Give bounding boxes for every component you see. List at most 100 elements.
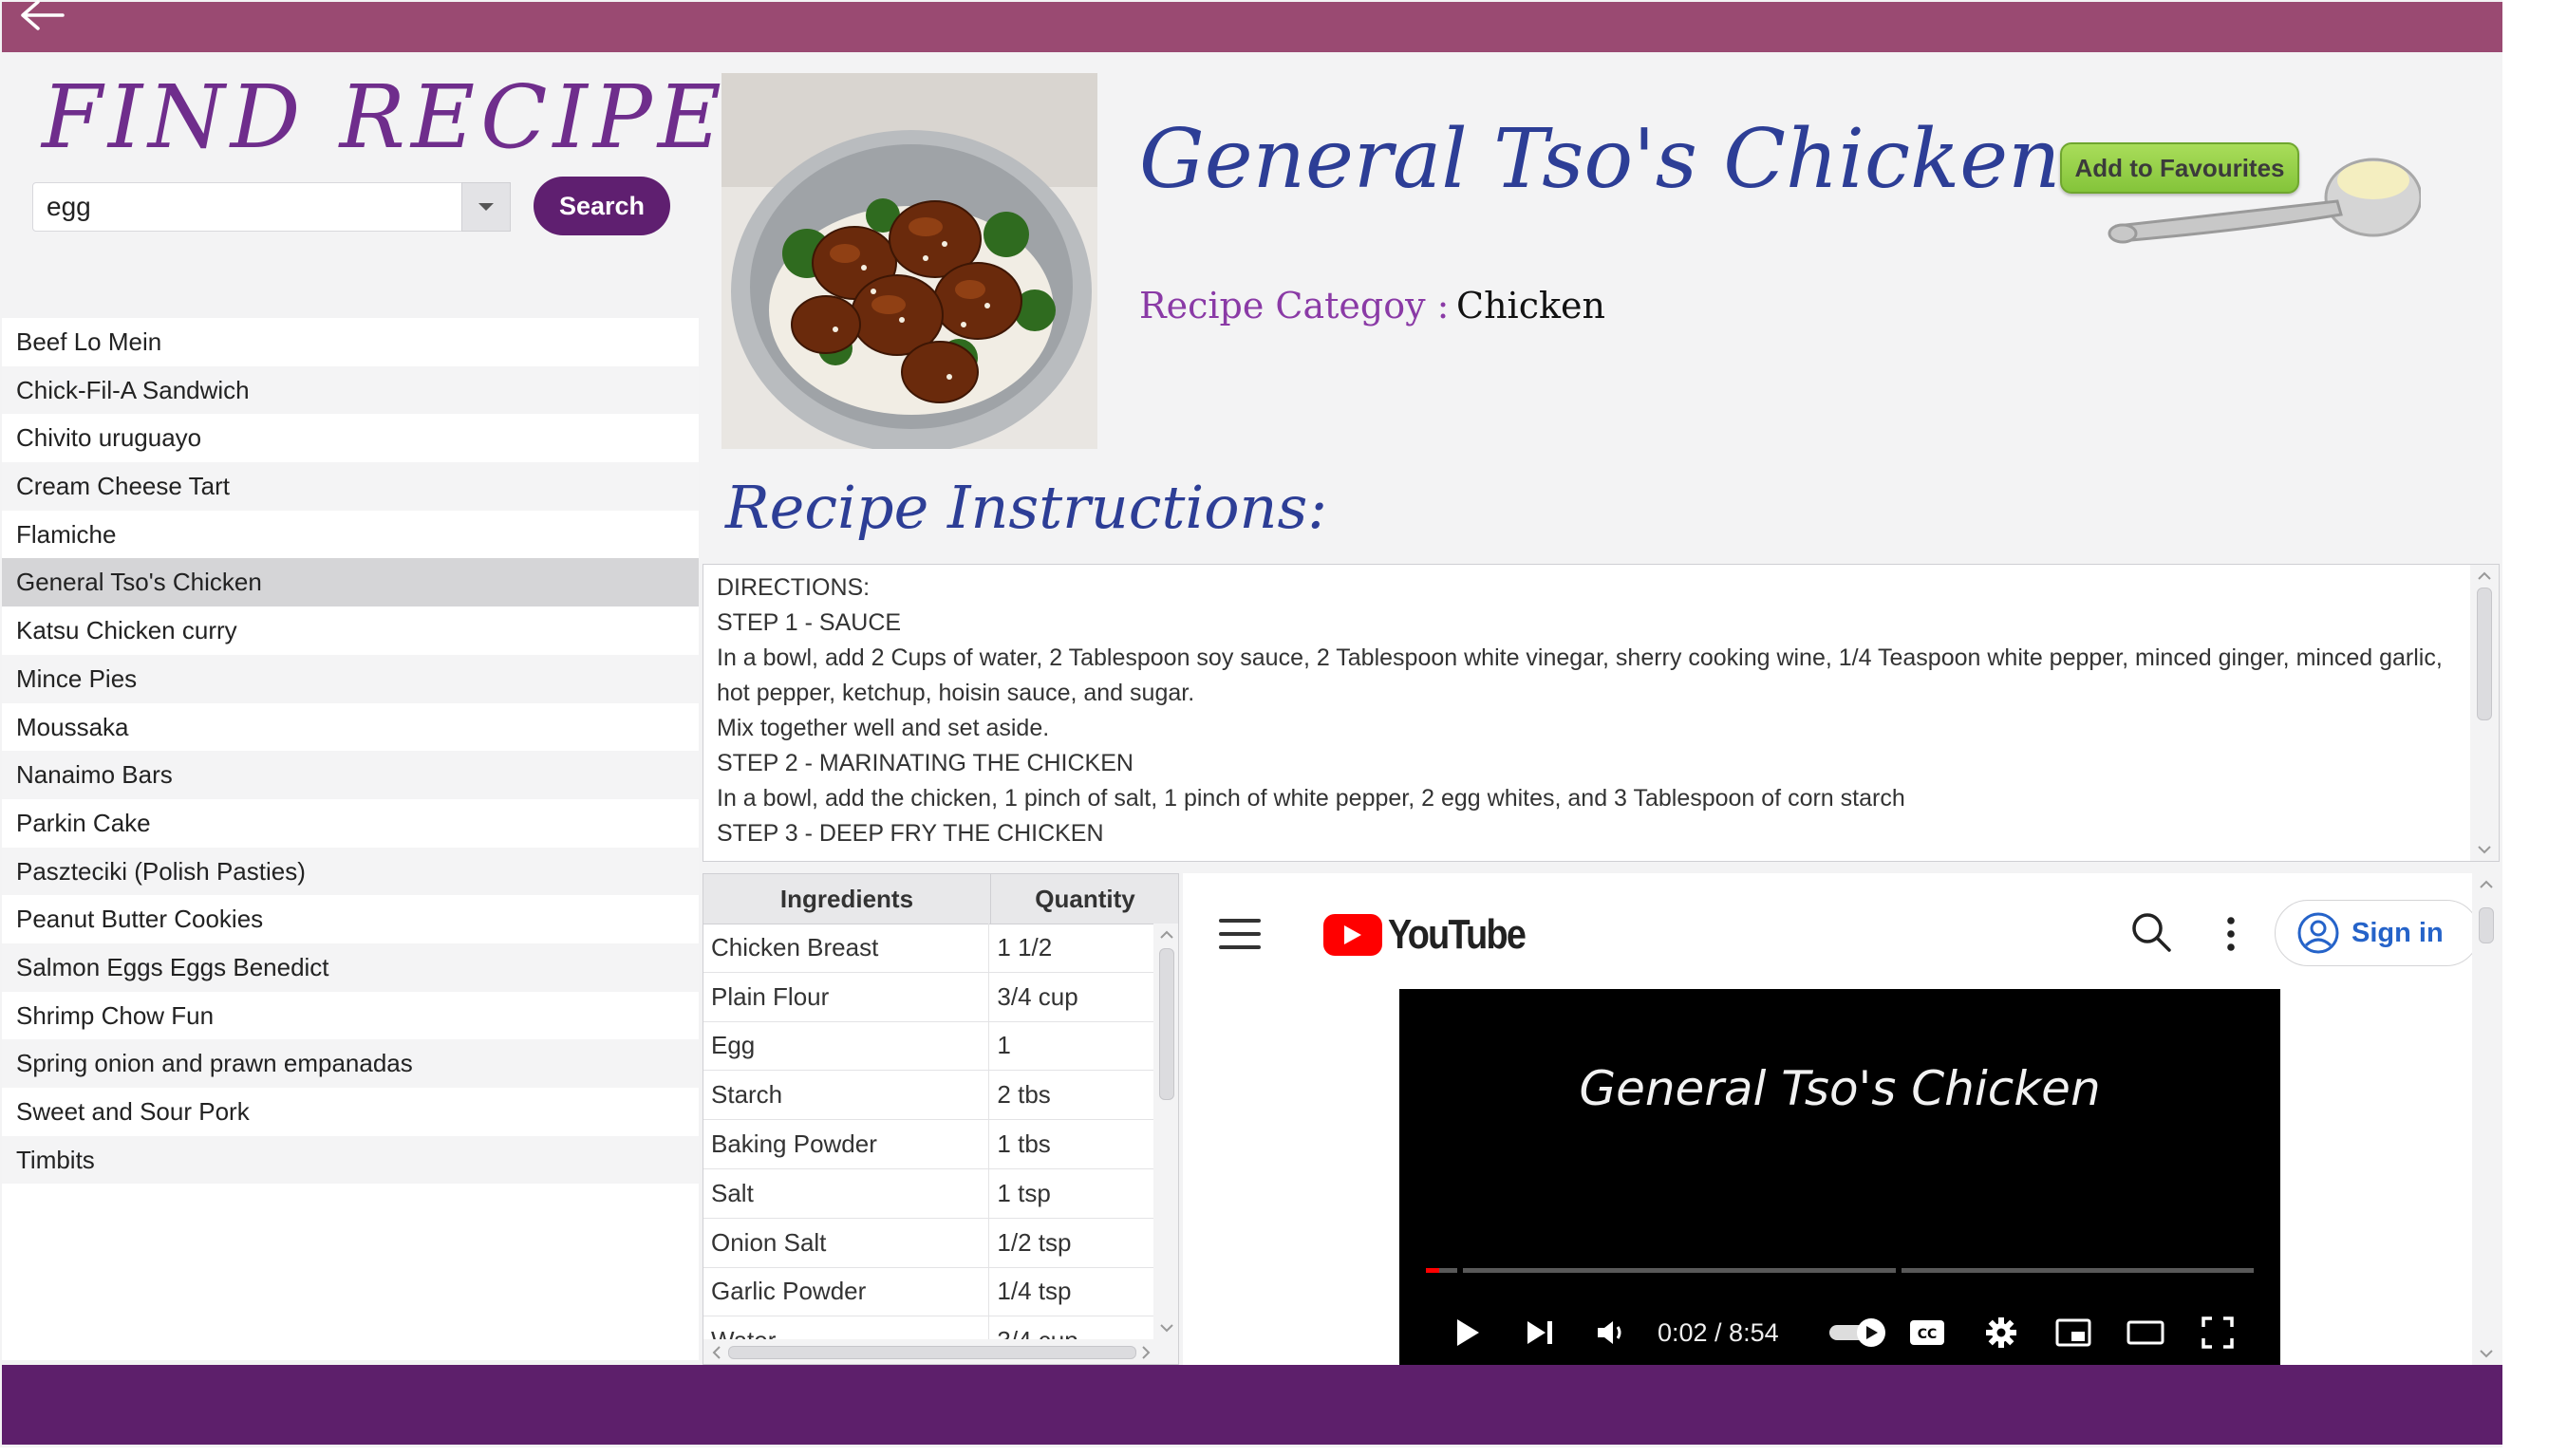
scroll-up-arrow[interactable]: [2470, 565, 2499, 588]
recipe-list-item[interactable]: Nanaimo Bars: [2, 751, 699, 799]
skip-next-icon[interactable]: [1519, 1310, 1561, 1355]
more-vertical-icon[interactable]: [2223, 913, 2239, 959]
instructions-textbox[interactable]: DIRECTIONS: STEP 1 - SAUCE In a bowl, add …: [703, 564, 2500, 862]
scroll-up-arrow[interactable]: [2472, 873, 2501, 896]
volume-icon[interactable]: [1589, 1310, 1635, 1355]
youtube-logo[interactable]: YouTube: [1323, 911, 1547, 959]
ingredients-horizontal-scrollbar[interactable]: [703, 1339, 1178, 1364]
recipe-list-item[interactable]: Parkin Cake: [2, 799, 699, 848]
recipe-list-item[interactable]: Spring onion and prawn empanadas: [2, 1039, 699, 1088]
video-player[interactable]: General Tso's Chicken 0:02 / 8:54 CC: [1399, 989, 2280, 1365]
instruction-line: STEP 1 - SAUCE: [717, 609, 902, 636]
horizontal-scroll-thumb[interactable]: [728, 1346, 1136, 1359]
table-row[interactable]: Starch 2 tbs: [703, 1071, 1153, 1121]
chevron-up-icon: [2478, 571, 2491, 580]
chapter-divider: [1896, 1268, 1902, 1273]
recipe-list-item[interactable]: Mince Pies: [2, 654, 699, 703]
ingredient-name-cell: Plain Flour: [703, 972, 990, 1021]
video-progress-fill: [1426, 1268, 1439, 1273]
recipe-title: General Tso's Chicken: [1139, 112, 2061, 207]
svg-text:CC: CC: [1918, 1327, 1938, 1342]
instructions-scrollbar[interactable]: [2470, 565, 2499, 861]
ingredients-column-header[interactable]: Ingredients: [703, 874, 991, 924]
scroll-down-arrow[interactable]: [1153, 1316, 1178, 1339]
table-row[interactable]: Egg 1: [703, 1021, 1153, 1072]
scroll-up-arrow[interactable]: [1153, 924, 1178, 946]
search-input[interactable]: [32, 182, 509, 232]
embed-scroll-track[interactable]: [2472, 873, 2501, 1365]
miniplayer-icon[interactable]: [2051, 1310, 2096, 1355]
table-row[interactable]: Baking Powder 1 tbs: [703, 1120, 1153, 1169]
video-title: General Tso's Chicken: [1579, 1061, 2101, 1116]
search-button[interactable]: Search: [534, 177, 670, 235]
ingredient-quantity-cell: 1 1/2: [997, 932, 1053, 961]
chevron-down-icon: [2480, 1350, 2493, 1358]
fullscreen-icon[interactable]: [2195, 1310, 2240, 1355]
title-bar: [2, 0, 2502, 52]
recipe-list-item[interactable]: Paszteciki (Polish Pasties): [2, 847, 699, 896]
recipe-list-item[interactable]: Timbits: [2, 1135, 699, 1185]
ingredient-name-cell: Baking Powder: [703, 1120, 990, 1168]
video-progress-bar[interactable]: [1426, 1268, 2254, 1273]
embed-scrollbar[interactable]: [2472, 873, 2501, 1365]
youtube-embed: YouTube Sign in General Tso's Chicken 0:…: [1183, 873, 2501, 1365]
chapter-divider: [1457, 1268, 1463, 1273]
back-button[interactable]: [15, 0, 68, 36]
ingredient-name-cell: Salt: [703, 1168, 990, 1218]
recipe-list-item[interactable]: Katsu Chicken curry: [2, 607, 699, 655]
add-to-favourites-button[interactable]: Add to Favourites: [2060, 142, 2299, 194]
recipe-list-item[interactable]: Peanut Butter Cookies: [2, 895, 699, 943]
table-row[interactable]: Salt 1 tsp: [703, 1168, 1153, 1219]
scroll-thumb[interactable]: [2477, 588, 2492, 720]
ingredient-name-cell: Onion Salt: [703, 1218, 990, 1267]
find-recipes-heading: FIND RECIPES: [42, 66, 793, 168]
autoplay-toggle-icon[interactable]: [1825, 1310, 1893, 1355]
ingredient-quantity-cell: 2 tbs: [997, 1080, 1051, 1110]
sign-in-button[interactable]: Sign in: [2275, 900, 2480, 966]
quantity-column-header[interactable]: Quantity: [991, 874, 1178, 924]
ingredient-quantity-cell: 3/4 cup: [997, 981, 1078, 1011]
chevron-down-icon: [2478, 846, 2491, 854]
arrow-left-icon: [21, 0, 65, 30]
hamburger-menu-icon[interactable]: [1219, 919, 1261, 959]
table-row[interactable]: Garlic Powder 1/4 tsp: [703, 1267, 1153, 1317]
scroll-thumb[interactable]: [2479, 907, 2494, 943]
scroll-down-arrow[interactable]: [2470, 838, 2499, 861]
recipe-list-item[interactable]: General Tso's Chicken: [2, 558, 699, 607]
ingredients-scroll-track[interactable]: [1153, 924, 1178, 1339]
recipe-instructions-heading: Recipe Instructions:: [725, 473, 1328, 542]
ingredient-name-cell: Garlic Powder: [703, 1267, 990, 1316]
search-dropdown-button[interactable]: [461, 182, 511, 232]
chevron-down-icon: [478, 203, 494, 211]
captions-icon[interactable]: CC: [1904, 1310, 1950, 1355]
table-row[interactable]: Chicken Breast 1 1/2: [703, 924, 1153, 973]
recipe-list-item[interactable]: Sweet and Sour Pork: [2, 1088, 699, 1136]
recipe-list-item[interactable]: Cream Cheese Tart: [2, 462, 699, 511]
theater-mode-icon[interactable]: [2123, 1310, 2168, 1355]
chevron-right-icon: [1142, 1346, 1151, 1359]
account-circle-icon: [2297, 912, 2339, 954]
recipe-category-label: Recipe Categoy :: [1139, 285, 1450, 327]
ingredient-name-cell: Chicken Breast: [703, 924, 990, 972]
search-icon[interactable]: [2128, 909, 2174, 959]
table-row[interactable]: Onion Salt 1/2 tsp: [703, 1218, 1153, 1268]
scroll-down-arrow[interactable]: [2472, 1342, 2501, 1365]
recipe-list: Beef Lo Mein Chick-Fil-A Sandwich Chivito …: [2, 318, 699, 1360]
scroll-thumb[interactable]: [1159, 948, 1174, 1100]
ingredients-table: Ingredients Quantity Chicken Breast 1 1/2…: [703, 873, 1179, 1365]
gear-icon[interactable]: [1978, 1310, 2024, 1355]
recipe-list-item[interactable]: Flamiche: [2, 511, 699, 559]
play-icon[interactable]: [1447, 1310, 1489, 1355]
recipe-list-item[interactable]: Chivito uruguayo: [2, 414, 699, 462]
recipe-list-item[interactable]: Chick-Fil-A Sandwich: [2, 365, 699, 415]
chevron-up-icon: [1160, 930, 1173, 939]
recipe-list-item[interactable]: Salmon Eggs Eggs Benedict: [2, 943, 699, 992]
recipe-list-item[interactable]: Beef Lo Mein: [2, 318, 699, 366]
ingredients-rows: Chicken Breast 1 1/2 Plain Flour 3/4 cup Egg…: [703, 924, 1153, 1364]
table-row[interactable]: Plain Flour 3/4 cup: [703, 972, 1153, 1022]
recipe-list-item[interactable]: Shrimp Chow Fun: [2, 992, 699, 1040]
sign-in-label: Sign in: [2352, 917, 2444, 948]
recipe-list-item[interactable]: Moussaka: [2, 703, 699, 752]
ingredients-vertical-scrollbar[interactable]: [1153, 924, 1178, 1339]
instruction-line: In a bowl, add the chicken, 1 pinch of s…: [717, 785, 1905, 812]
